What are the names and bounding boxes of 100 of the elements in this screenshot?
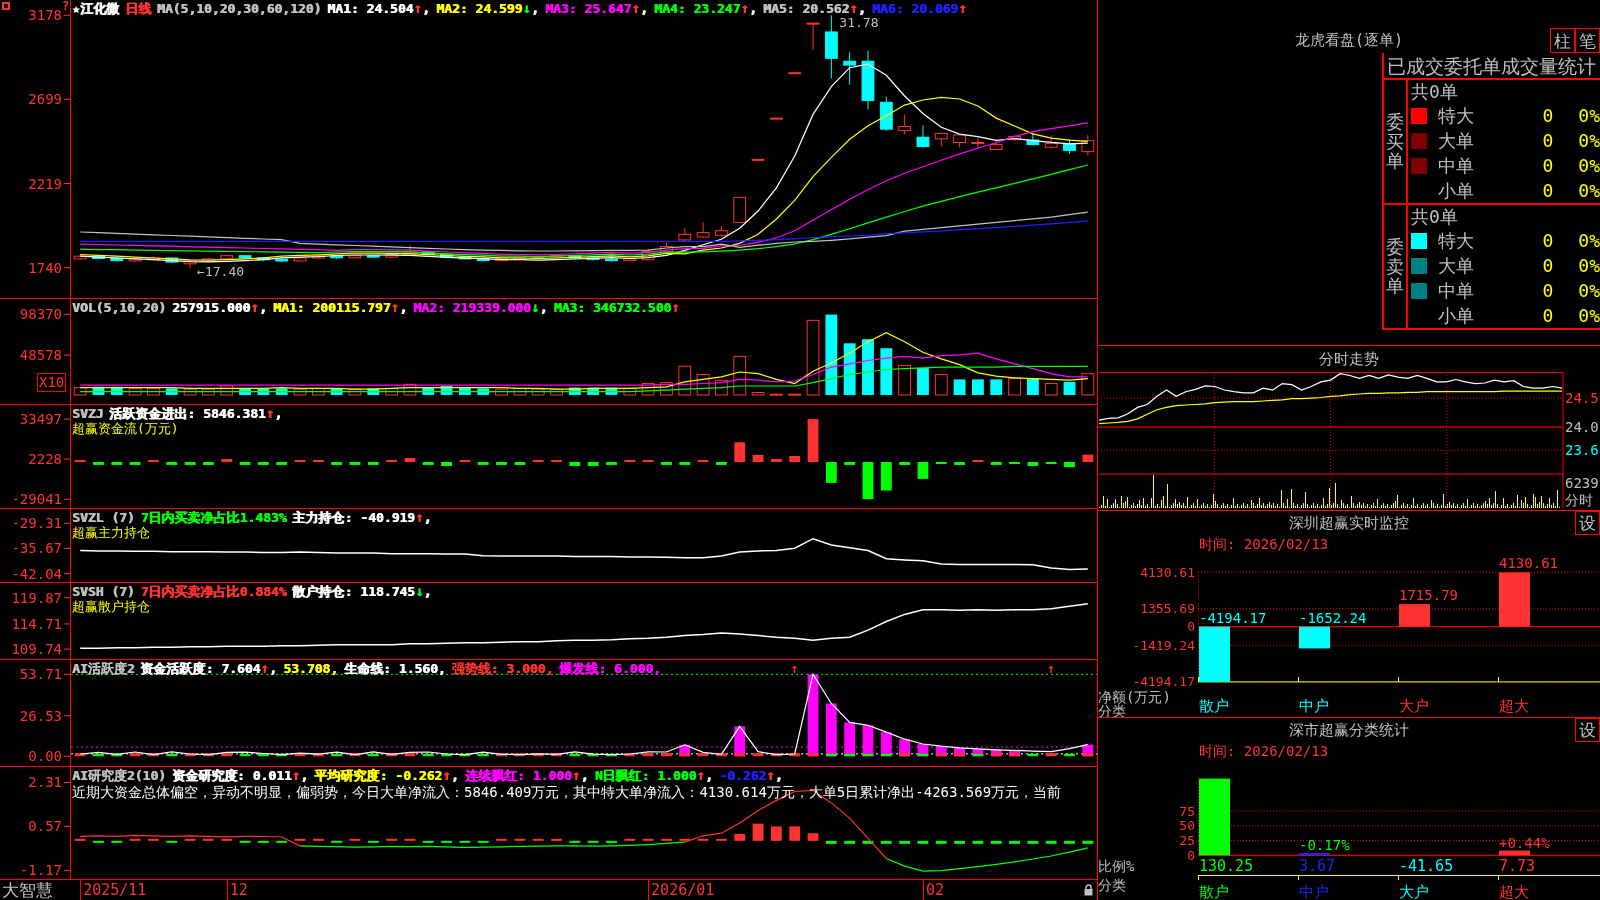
legend-entry: 资金研究度: 0.011	[171, 768, 292, 783]
order-percent: 0%	[1578, 305, 1600, 326]
value-label: 1715.79	[1399, 587, 1458, 604]
axis-label: 2228	[28, 451, 62, 468]
trend-arrow: ↑,	[740, 0, 758, 16]
ratio-value: 130.25	[1199, 857, 1254, 875]
axis-label: 2.31	[28, 774, 62, 791]
order-size-label: 特大	[1438, 105, 1474, 126]
axis-label: 98370	[19, 306, 62, 323]
axis-title: 分类	[1098, 703, 1126, 717]
trend-arrow: ↑	[671, 299, 680, 315]
trend-arrow: ↑,	[414, 509, 432, 525]
trend-arrow: ↑,	[291, 767, 309, 783]
trend-arrow: ↓,	[530, 299, 548, 315]
trend-arrow: ↑,	[250, 299, 268, 315]
category-label: 散户	[1199, 697, 1229, 715]
trend-arrow: ↑,	[265, 405, 283, 421]
legend-entry: ★江化微	[72, 1, 119, 16]
value-label: -4194.17	[1199, 609, 1267, 626]
axis-label: 0	[1187, 847, 1195, 863]
ratio-value: -41.65	[1399, 857, 1454, 875]
panel-title: 深市超赢分类统计	[1289, 721, 1409, 739]
legend-entry: 257915.000	[171, 300, 251, 315]
category-label: 中户	[1299, 697, 1329, 715]
axis-label: -1.17	[19, 862, 62, 879]
trend-arrow: ↓,	[522, 0, 540, 16]
axis-label: 75	[1179, 803, 1195, 819]
timestamp: 时间: 2026/02/13	[1199, 743, 1329, 760]
legend-entry: SVZL (7)	[72, 510, 135, 525]
app-name: 大智慧	[2, 880, 53, 900]
axis-label: -1419.24	[1132, 637, 1195, 653]
category-label: 散户	[1199, 883, 1229, 900]
axis-title: 分类	[1098, 877, 1126, 893]
legend-entry: 散户持仓: 118.745	[292, 584, 415, 599]
date-label: 2026/01	[648, 880, 715, 900]
legend-entry: 连续飘红: 1.000	[464, 768, 572, 783]
panel-title: 深圳超赢实时监控	[1289, 514, 1409, 532]
legend-entry: MA5: 20.562	[763, 1, 850, 16]
axis-label: 1740	[28, 259, 62, 276]
axis-label: 24.0	[1565, 419, 1599, 436]
legend-entry: MA3: 346732.500	[553, 300, 672, 315]
category-label: 超大	[1499, 697, 1529, 715]
legend-entry: MA3: 25.647	[545, 1, 632, 16]
category-label: 中户	[1299, 883, 1329, 900]
high-price-label: 31.78	[839, 14, 879, 30]
low-price-label: ←17.40	[197, 264, 245, 280]
ratio-value: 3.67	[1299, 857, 1336, 875]
trend-arrow: ↑,	[766, 767, 783, 783]
order-percent: 0%	[1578, 255, 1600, 276]
timestamp: 时间: 2026/02/13	[1199, 536, 1329, 553]
axis-label: 6239	[1565, 475, 1599, 491]
axis-label: 25	[1179, 833, 1195, 849]
legend-entry: MA6: 20.069	[872, 1, 959, 16]
legend-entry: 7日内买卖净占比1.483%	[140, 510, 287, 525]
category-label: 大户	[1399, 697, 1429, 715]
axis-label: 分时	[1565, 492, 1593, 508]
axis-label: 4130.61	[1140, 564, 1195, 580]
legend-entry: MA1: 24.504	[327, 1, 414, 16]
panel-title: 龙虎看盘(逐单)	[1294, 31, 1404, 49]
legend-entry: SVZJ	[72, 406, 104, 421]
legend-entry: VOL(5,10,20)	[72, 300, 166, 315]
change-label: -0.17%	[1299, 836, 1350, 853]
panel-title: 分时走势	[1319, 350, 1379, 368]
date-label: 12	[226, 880, 248, 900]
order-count: 0	[1542, 130, 1554, 151]
order-percent: 0%	[1578, 280, 1600, 301]
value-label: -1652.24	[1299, 609, 1367, 626]
axis-label: 50	[1179, 818, 1195, 834]
order-percent: 0%	[1578, 180, 1600, 201]
axis-label: 1355.69	[1140, 601, 1195, 617]
order-size-label: 中单	[1438, 155, 1474, 176]
order-total: 共0单	[1411, 81, 1458, 102]
legend-entry: MA(5,10,20,30,60,120)	[156, 1, 322, 16]
axis-label: 114.71	[11, 615, 62, 632]
legend-entry: 7日内买卖净占比0.884%	[140, 584, 287, 599]
change-label: +0.44%	[1499, 834, 1550, 851]
trend-arrow: ↑,	[390, 299, 408, 315]
order-count: 0	[1542, 155, 1554, 176]
axis-title: 比例%	[1098, 858, 1135, 874]
axis-label: 0.57	[28, 818, 62, 835]
order-count: 0	[1542, 105, 1554, 126]
order-size-label: 特大	[1438, 230, 1474, 251]
order-count: 0	[1542, 305, 1554, 326]
date-label: 02	[922, 880, 944, 900]
trend-arrow: ↑,	[631, 0, 649, 16]
value-label: 4130.61	[1499, 555, 1558, 572]
order-count: 0	[1542, 255, 1554, 276]
order-size-label: 大单	[1438, 130, 1474, 151]
legend-entry: 主力持仓: -40.919	[292, 510, 415, 525]
side-label: 委买单	[1386, 111, 1404, 172]
trend-arrow: ↑,	[849, 0, 867, 16]
legend-entry: -0.262	[719, 768, 767, 783]
legend-entry: N日飘红: 1.000	[594, 768, 697, 783]
axis-label: -42.04	[11, 565, 62, 582]
legend-entry: MA2: 219339.000	[413, 300, 531, 315]
order-total: 共0单	[1411, 206, 1458, 227]
trend-arrow: ↑,	[571, 767, 589, 783]
axis-label: 2219	[28, 175, 62, 192]
axis-label: 109.74	[11, 641, 62, 658]
axis-label: -29041	[11, 491, 62, 508]
